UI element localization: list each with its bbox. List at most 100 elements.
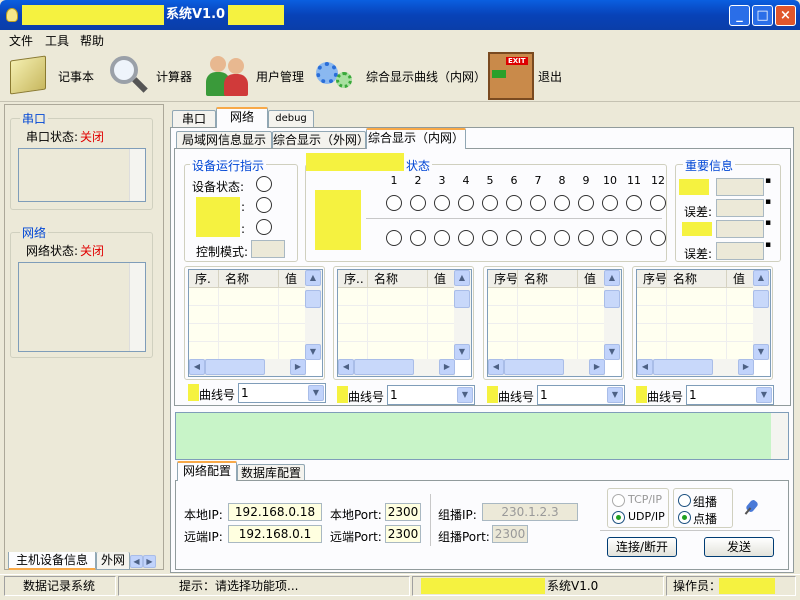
grid-header-cell[interactable]: 名称	[518, 270, 578, 288]
grid-vscrollbar[interactable]: ▲ ▼	[753, 270, 770, 360]
unicast-radio[interactable]	[678, 511, 691, 524]
error-field-2	[716, 242, 764, 260]
grid-header-cell[interactable]: 名称	[667, 270, 727, 288]
grid-hscrollbar[interactable]: ◀ ▶	[338, 359, 455, 376]
tcp-radio[interactable]	[612, 494, 625, 507]
grid-cell[interactable]	[219, 324, 279, 342]
data-grid[interactable]: 序号 名称值 ▲ ▼ ◀ ▶	[636, 269, 771, 377]
menu-help[interactable]: 帮助	[80, 32, 104, 49]
data-grid[interactable]: 序.. 名称值 ▲ ▼ ◀ ▶	[337, 269, 472, 377]
grid-cell[interactable]	[189, 288, 219, 306]
grid-cell[interactable]	[219, 288, 279, 306]
grid-cell[interactable]	[637, 342, 667, 360]
grid-cell[interactable]	[338, 306, 368, 324]
grid-header-cell[interactable]: 序号	[637, 270, 667, 288]
data-grid[interactable]: 序号 名称值 ▲ ▼ ◀ ▶	[487, 269, 622, 377]
tab-network[interactable]: 网络	[216, 107, 268, 128]
tab-debug[interactable]: debug	[268, 110, 314, 128]
grid-hscrollbar[interactable]: ◀ ▶	[488, 359, 605, 376]
grid-cell[interactable]	[488, 324, 518, 342]
grid-header-cell[interactable]: 序.	[189, 270, 219, 288]
grid-cell[interactable]	[667, 342, 727, 360]
grid-vscrollbar[interactable]: ▲ ▼	[604, 270, 621, 360]
grid-cell[interactable]	[368, 288, 428, 306]
tab-net-config[interactable]: 网络配置	[177, 461, 237, 481]
device-led-2	[256, 197, 272, 213]
message-scrollbar[interactable]	[771, 413, 788, 459]
local-port-input[interactable]: 2300	[385, 503, 421, 521]
tab-overview-external[interactable]: 综合显示（外网）	[272, 131, 369, 149]
device-led-3	[256, 219, 272, 235]
serial-log-textarea[interactable]	[18, 148, 146, 202]
grid-cell[interactable]	[518, 288, 578, 306]
grid-cell[interactable]	[368, 306, 428, 324]
local-ip-input[interactable]: 192.168.0.18	[228, 503, 322, 521]
minimize-button[interactable]: _	[729, 5, 750, 26]
grid-header-cell[interactable]: 名称	[219, 270, 279, 288]
multicast-port-input[interactable]: 2300	[492, 525, 528, 543]
tab-external-net[interactable]: 外网	[96, 552, 130, 570]
tab-scroll-left[interactable]: ◀	[130, 555, 143, 568]
grid-hscrollbar[interactable]: ◀ ▶	[189, 359, 306, 376]
grid-cell[interactable]	[488, 306, 518, 324]
tab-overview-internal[interactable]: 综合显示（内网）	[366, 128, 466, 149]
grid-header-cell[interactable]: 序..	[338, 270, 368, 288]
grid-hscrollbar[interactable]: ◀ ▶	[637, 359, 754, 376]
curve-select[interactable]: 1 ▼	[686, 385, 774, 405]
grid-cell[interactable]	[368, 324, 428, 342]
grid-cell[interactable]	[338, 324, 368, 342]
status-led	[386, 230, 402, 246]
grid-cell[interactable]	[189, 342, 219, 360]
curve-select[interactable]: 1 ▼	[387, 385, 475, 405]
grid-header-cell[interactable]: 序号	[488, 270, 518, 288]
message-textarea[interactable]	[175, 412, 789, 460]
remote-ip-input[interactable]: 192.168.0.1	[228, 525, 322, 543]
pin-icon[interactable]	[742, 498, 760, 518]
grid-cell[interactable]	[518, 324, 578, 342]
grid-cell[interactable]	[189, 306, 219, 324]
grid-cell[interactable]	[637, 288, 667, 306]
grid-cell[interactable]	[338, 288, 368, 306]
multicast-ip-input[interactable]: 230.1.2.3	[482, 503, 578, 521]
chevron-down-icon[interactable]: ▼	[457, 387, 473, 403]
grid-cell[interactable]	[667, 288, 727, 306]
tab-lan-info[interactable]: 局域网信息显示	[176, 131, 272, 149]
net-log-textarea[interactable]	[18, 262, 146, 352]
data-grid[interactable]: 序. 名称值 ▲ ▼ ◀ ▶	[188, 269, 323, 377]
curve-select[interactable]: 1 ▼	[537, 385, 625, 405]
grid-cell[interactable]	[637, 306, 667, 324]
tab-serial[interactable]: 串口	[172, 110, 216, 128]
chevron-down-icon[interactable]: ▼	[607, 387, 623, 403]
grid-cell[interactable]	[637, 324, 667, 342]
close-button[interactable]: ×	[775, 5, 796, 26]
menu-file[interactable]: 文件	[9, 32, 33, 49]
grid-cell[interactable]	[518, 342, 578, 360]
chevron-down-icon[interactable]: ▼	[756, 387, 772, 403]
udp-radio[interactable]	[612, 511, 625, 524]
net-log-scrollbar[interactable]	[129, 263, 145, 351]
grid-cell[interactable]	[219, 306, 279, 324]
multicast-radio[interactable]	[678, 494, 691, 507]
grid-vscrollbar[interactable]: ▲ ▼	[305, 270, 322, 360]
chevron-down-icon[interactable]: ▼	[308, 385, 324, 401]
connect-button[interactable]: 连接/断开	[607, 537, 677, 557]
grid-cell[interactable]	[219, 342, 279, 360]
curve-select[interactable]: 1 ▼	[238, 383, 326, 403]
remote-port-input[interactable]: 2300	[385, 525, 421, 543]
send-button[interactable]: 发送	[704, 537, 774, 557]
tab-host-device-info[interactable]: 主机设备信息	[8, 552, 96, 570]
grid-cell[interactable]	[368, 342, 428, 360]
menu-tools[interactable]: 工具	[45, 32, 69, 49]
tab-scroll-right[interactable]: ▶	[143, 555, 156, 568]
grid-cell[interactable]	[338, 342, 368, 360]
grid-cell[interactable]	[189, 324, 219, 342]
grid-cell[interactable]	[488, 288, 518, 306]
grid-cell[interactable]	[488, 342, 518, 360]
grid-header-cell[interactable]: 名称	[368, 270, 428, 288]
serial-log-scrollbar[interactable]	[129, 149, 145, 201]
grid-cell[interactable]	[667, 324, 727, 342]
maximize-button[interactable]: □	[752, 5, 773, 26]
grid-cell[interactable]	[667, 306, 727, 324]
grid-cell[interactable]	[518, 306, 578, 324]
grid-vscrollbar[interactable]: ▲ ▼	[454, 270, 471, 360]
